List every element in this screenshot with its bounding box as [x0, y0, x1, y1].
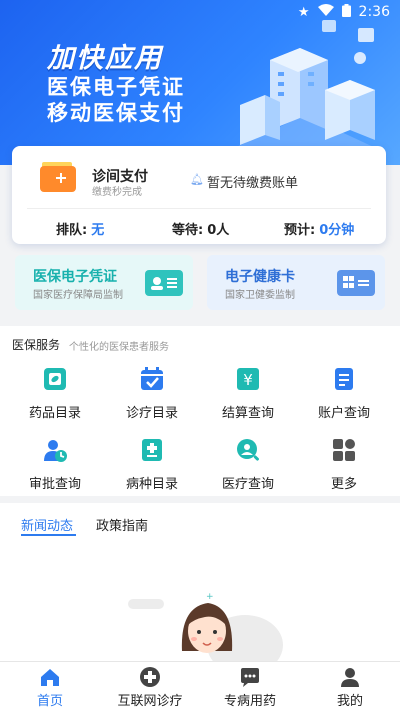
service-label: 诊疗目录 [125, 406, 178, 421]
person-icon [341, 668, 359, 687]
service-settlement-query[interactable]: ¥ 结算查询 [198, 366, 298, 421]
insurance-services-section: 医保服务 个性化的医保患者服务 药品目录 诊疗目录 ¥ 结算查询 账户查询 审批… [0, 326, 400, 496]
service-label: 医疗查询 [221, 477, 274, 492]
service-account-query[interactable]: 账户查询 [294, 366, 394, 421]
estimate-value: 0分钟 [319, 223, 355, 238]
empty-state-illustration: + [128, 592, 283, 661]
service-approval-query[interactable]: 审批查询 [5, 437, 105, 492]
tab-news[interactable]: 新闻动态 [21, 515, 73, 534]
queue-status: 排队: 无 [56, 219, 104, 238]
service-medicine-catalog[interactable]: 药品目录 [5, 366, 105, 421]
nav-label: 互联网诊疗 [117, 694, 183, 709]
estimate-status: 预计: 0分钟 [284, 219, 354, 238]
account-icon [335, 368, 353, 390]
nav-mine[interactable]: 我的 [300, 662, 400, 711]
nav-online-consultation[interactable]: 互联网诊疗 [100, 662, 200, 711]
section-subtitle: 个性化的医保患者服务 [69, 342, 169, 353]
nav-label: 专病用药 [223, 694, 276, 709]
payment-subtitle: 缴费秒完成 [92, 187, 142, 198]
card-title: 电子健康卡 [225, 269, 295, 285]
calendar-check-icon [141, 367, 163, 390]
waiting-label: 等待: [172, 223, 204, 238]
news-section: 新闻动态 政策指南 + [0, 503, 400, 661]
top-banner[interactable]: ★ 2:36 加快应用 医保电子凭证 移动医保支付 [0, 0, 400, 165]
banner-line-2: 移动医保支付 [47, 101, 185, 125]
home-icon [41, 669, 59, 686]
bottom-navigation: 首页 互联网诊疗 专病用药 我的 [0, 661, 400, 711]
approval-icon [44, 440, 67, 462]
nav-label: 我的 [336, 694, 363, 709]
service-label: 病种目录 [125, 477, 178, 492]
card-title: 医保电子凭证 [33, 269, 117, 285]
service-label: 账户查询 [317, 406, 370, 421]
document-plus-icon [142, 439, 162, 461]
service-label: 结算查询 [221, 406, 274, 421]
status-time: 2:36 [358, 4, 390, 20]
active-tab-indicator [21, 534, 76, 536]
search-person-icon [237, 439, 259, 461]
banner-headline: 加快应用 [47, 43, 163, 74]
service-label: 更多 [330, 477, 357, 492]
service-label: 审批查询 [28, 477, 81, 492]
svg-text:+: + [206, 592, 214, 602]
card-subtitle: 国家卫健委监制 [225, 290, 295, 301]
medical-insurance-card[interactable]: 医保电子凭证 国家医疗保障局监制 [15, 255, 193, 310]
queue-label: 排队: [56, 223, 88, 238]
card-subtitle: 国家医疗保障局监制 [33, 290, 123, 301]
payment-card[interactable]: 诊间支付 缴费秒完成 🔔︎ 暂无待缴费账单 排队: 无 等待: 0人 预计: 0分钟 [12, 146, 386, 244]
medicine-icon [44, 368, 66, 390]
service-medical-query[interactable]: 医疗查询 [198, 437, 298, 492]
health-card[interactable]: 电子健康卡 国家卫健委监制 [207, 255, 385, 310]
divider [27, 208, 371, 209]
wallet-icon [40, 162, 76, 192]
star-icon: ★ [297, 4, 310, 20]
service-more[interactable]: 更多 [294, 437, 394, 492]
nav-label: 首页 [36, 694, 63, 709]
service-treatment-catalog[interactable]: 诊疗目录 [102, 366, 202, 421]
nav-special-medication[interactable]: 专病用药 [200, 662, 300, 711]
waiting-value: 0人 [207, 223, 230, 238]
estimate-label: 预计: [284, 223, 316, 238]
yuan-icon: ¥ [237, 368, 259, 390]
bill-notice: 暂无待缴费账单 [207, 176, 299, 191]
svg-text:¥: ¥ [243, 371, 253, 389]
id-card-icon [145, 270, 183, 296]
bell-icon: 🔔︎ [190, 173, 204, 186]
waiting-status: 等待: 0人 [172, 219, 229, 238]
nav-home[interactable]: 首页 [0, 662, 100, 711]
section-title: 医保服务 [12, 338, 61, 352]
city-illustration [230, 20, 380, 165]
queue-value: 无 [91, 223, 105, 238]
tab-policy-guide[interactable]: 政策指南 [96, 515, 148, 534]
service-disease-catalog[interactable]: 病种目录 [102, 437, 202, 492]
service-label: 药品目录 [28, 406, 81, 421]
plus-circle-icon [140, 667, 160, 687]
wifi-icon [317, 4, 334, 20]
qr-card-icon [337, 270, 375, 296]
battery-icon [341, 3, 351, 21]
more-grid-icon [333, 439, 355, 461]
chat-icon [241, 668, 259, 687]
